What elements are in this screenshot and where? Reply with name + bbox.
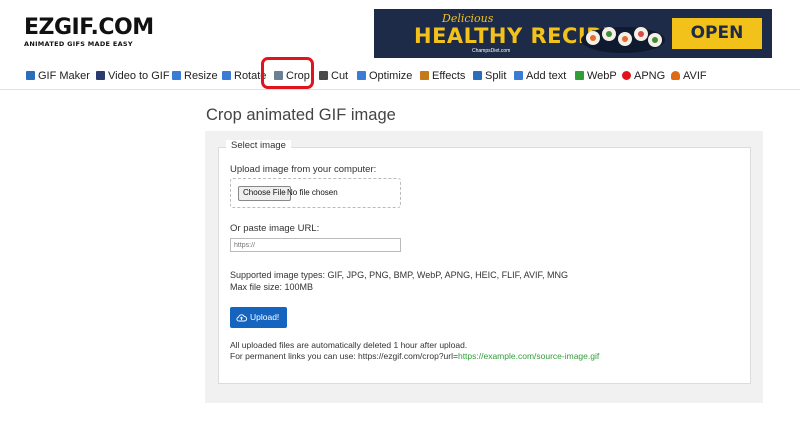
nav-resize[interactable]: Resize [172, 63, 218, 89]
apng-icon [622, 71, 631, 80]
video-icon [96, 71, 105, 80]
rotate-icon [222, 71, 231, 80]
avif-icon [671, 71, 680, 80]
nav-label: Effects [432, 70, 466, 83]
upload-button-label: Upload! [250, 312, 280, 322]
nav-label: GIF Maker [38, 70, 90, 83]
nav-label: WebP [587, 70, 617, 83]
sushi-image [581, 27, 665, 53]
nav-rotate[interactable]: Rotate [222, 63, 266, 89]
nav-label: Cut [331, 70, 349, 83]
nav-label: Add text [526, 70, 567, 83]
nav-avif[interactable]: AVIF [671, 63, 707, 89]
upload-notes: All uploaded files are automatically del… [230, 340, 599, 362]
resize-icon [172, 71, 181, 80]
note-permanent-links: For permanent links you can use: https:/… [230, 351, 599, 362]
max-size: Max file size: 100MB [230, 282, 314, 292]
page-title: Crop animated GIF image [206, 106, 396, 124]
nav-apng[interactable]: APNG [622, 63, 665, 89]
nav-webp[interactable]: WebP [575, 63, 617, 89]
example-url-link[interactable]: https://example.com/source-image.gif [458, 351, 599, 361]
nav-label: AVIF [683, 70, 707, 83]
note-auto-delete: All uploaded files are automatically del… [230, 340, 468, 350]
add-text-icon [514, 71, 523, 80]
url-input[interactable] [230, 238, 401, 252]
ad-banner[interactable]: Delicious HEALTHY RECIPES ChampsDiet.com… [374, 9, 772, 58]
logo-tagline: ANIMATED GIFS MADE EASY [24, 40, 133, 48]
url-label: Or paste image URL: [230, 223, 320, 234]
nav-video-to-gif[interactable]: Video to GIF [96, 63, 170, 89]
supported-types: Supported image types: GIF, JPG, PNG, BM… [230, 269, 568, 293]
split-icon [473, 71, 482, 80]
site-logo[interactable]: EZGIF.COM ANIMATED GIFS MADE EASY [24, 15, 154, 49]
file-status: No file chosen [287, 188, 338, 197]
crop-highlight-annotation [261, 57, 314, 89]
nav-cut[interactable]: Cut [319, 63, 348, 89]
nav-gif-maker[interactable]: GIF Maker [26, 63, 90, 89]
upload-label: Upload image from your computer: [230, 164, 377, 175]
gif-maker-icon [26, 71, 35, 80]
nav-label: Optimize [369, 70, 413, 83]
nav-effects[interactable]: Effects [420, 63, 465, 89]
ad-site: ChampsDiet.com [472, 48, 511, 54]
types-line: Supported image types: GIF, JPG, PNG, BM… [230, 270, 568, 280]
nav-label: Resize [184, 70, 218, 83]
choose-file-button[interactable]: Choose File [238, 186, 291, 201]
nav-label: Video to GIF [108, 70, 170, 83]
effects-icon [420, 71, 429, 80]
logo-text: EZGIF.COM [24, 15, 154, 40]
main-nav: GIF Maker Video to GIF Resize Rotate Cro… [0, 63, 800, 90]
cut-icon [319, 71, 328, 80]
cloud-upload-icon [236, 314, 247, 322]
nav-label: Split [485, 70, 507, 83]
fieldset-legend: Select image [226, 140, 291, 151]
nav-optimize[interactable]: Optimize [357, 63, 412, 89]
upload-button[interactable]: Upload! [230, 307, 287, 328]
nav-label: APNG [634, 70, 666, 83]
nav-add-text[interactable]: Add text [514, 63, 566, 89]
note-prefix: For permanent links you can use: https:/… [230, 351, 458, 361]
nav-split[interactable]: Split [473, 63, 506, 89]
ad-open-button[interactable]: OPEN [672, 18, 762, 49]
webp-icon [575, 71, 584, 80]
optimize-icon [357, 71, 366, 80]
